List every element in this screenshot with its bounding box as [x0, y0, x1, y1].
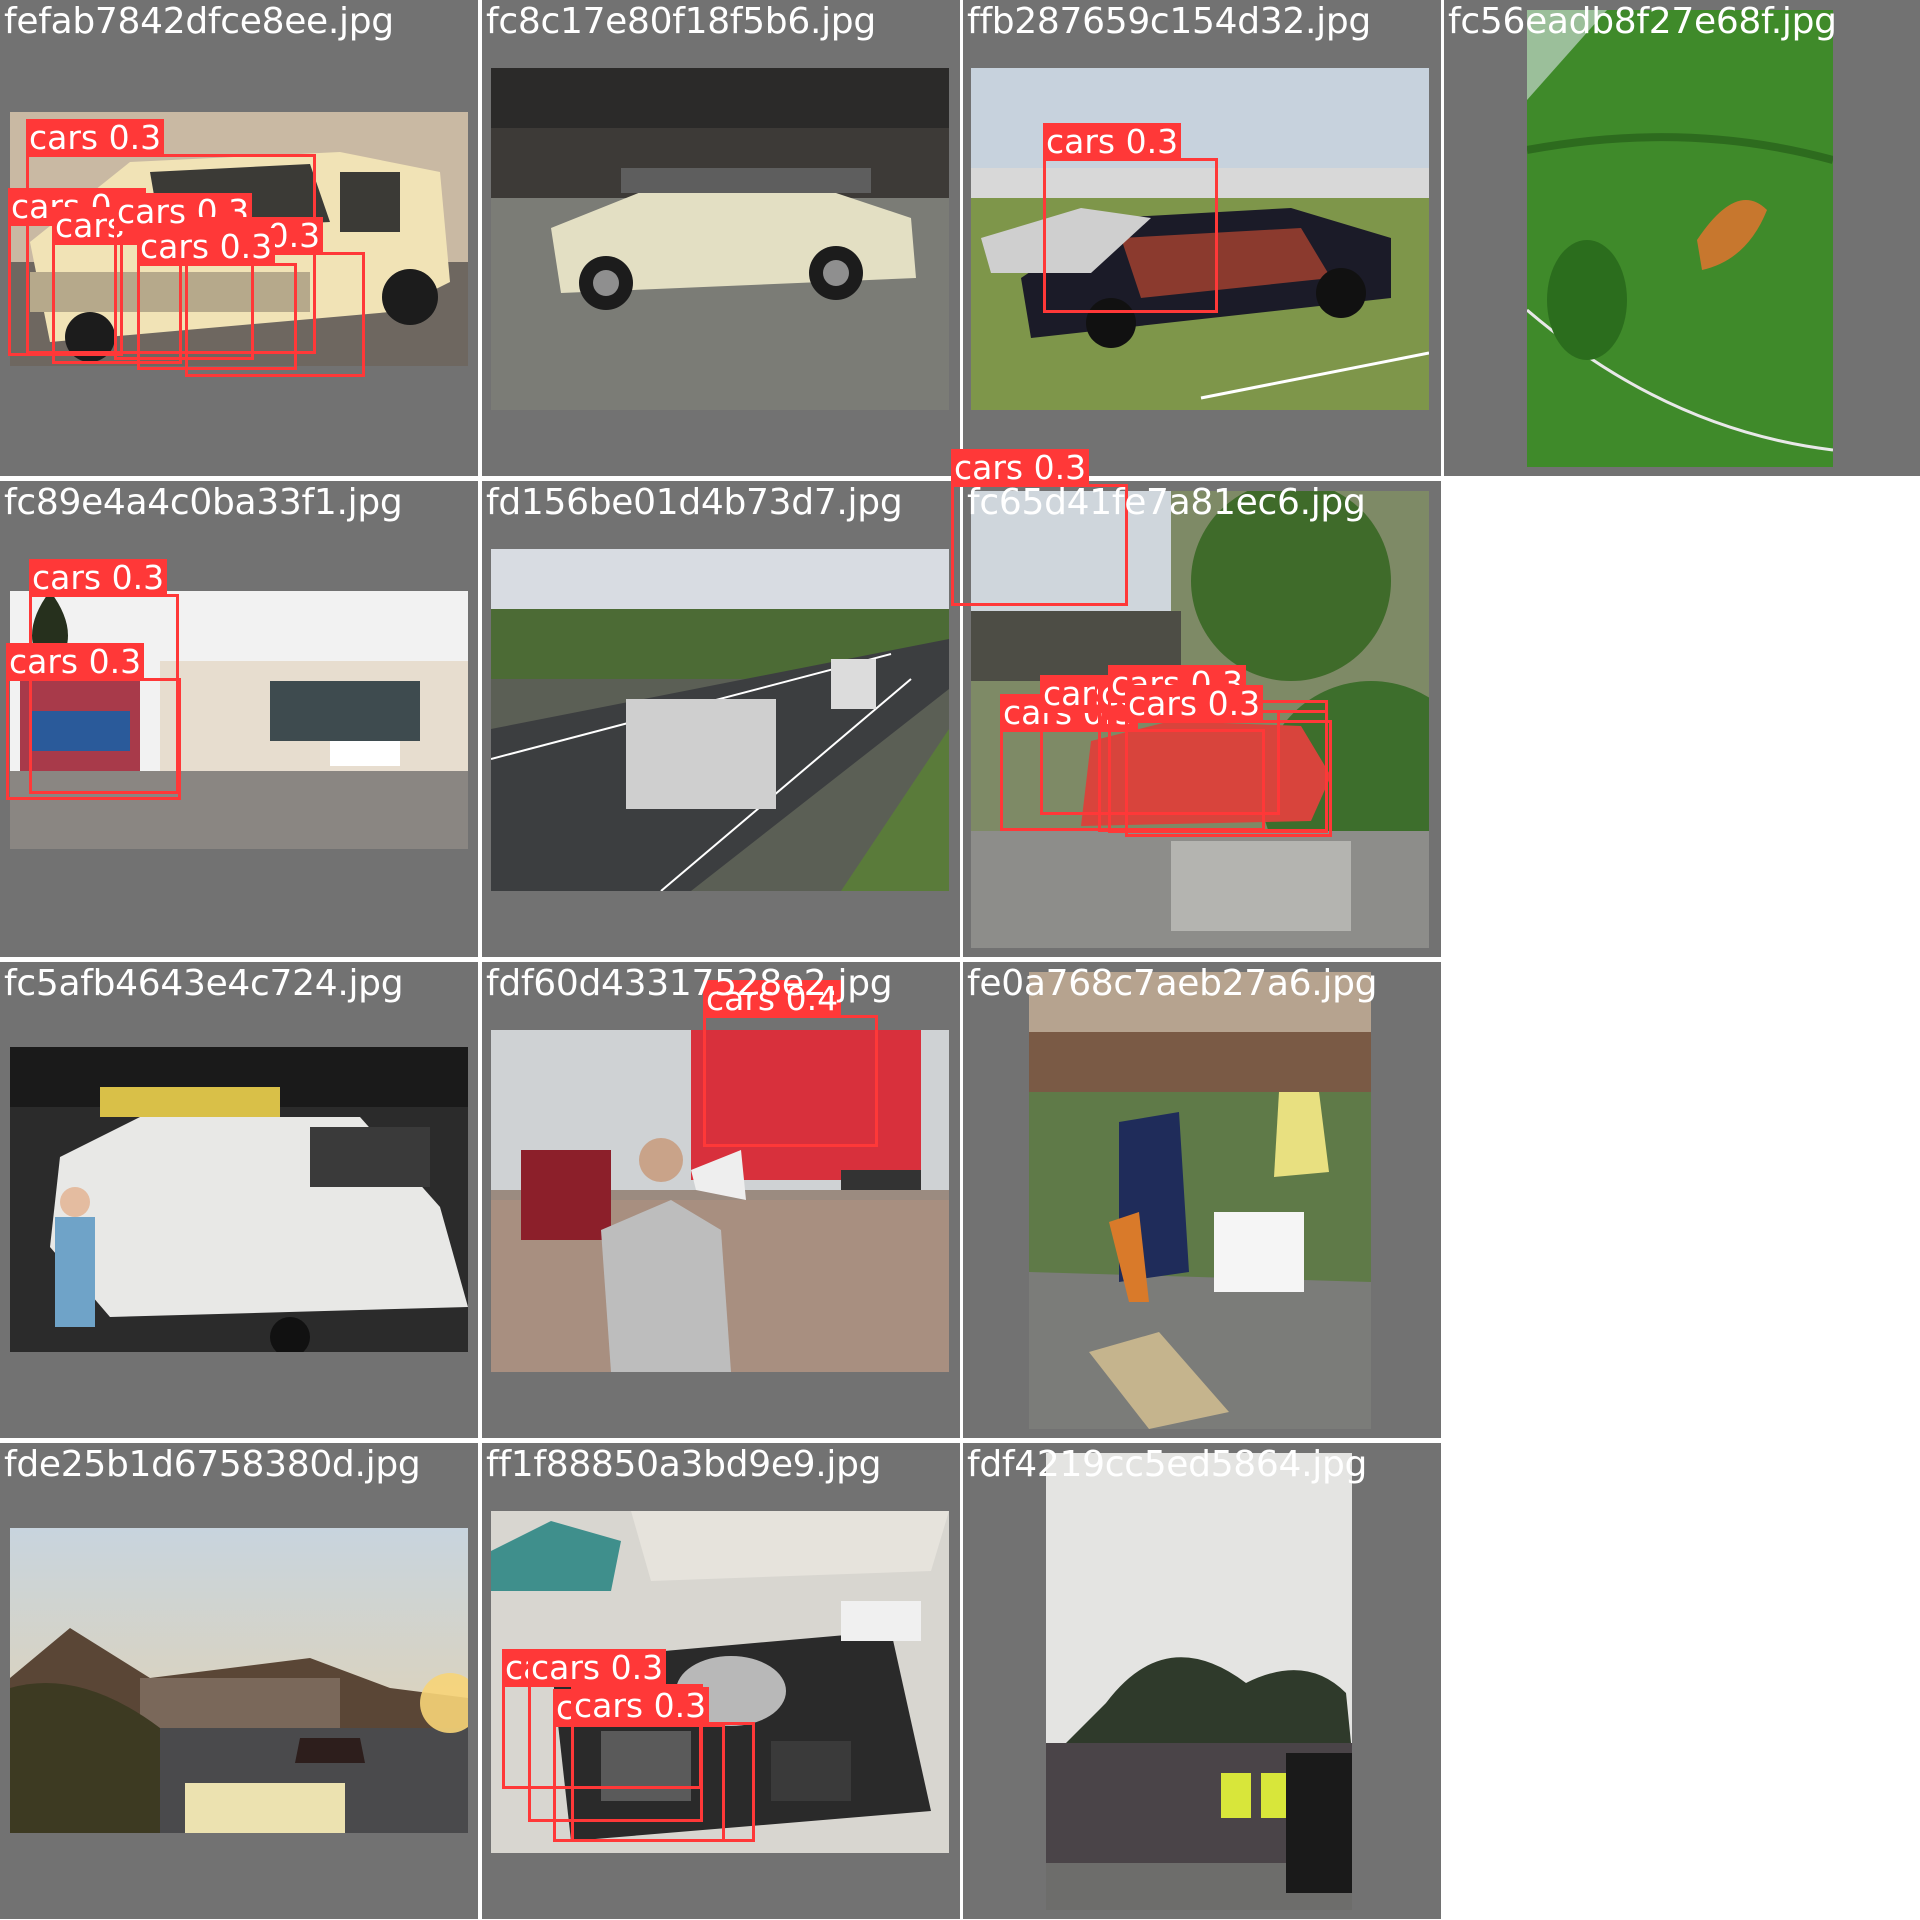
- photo-red-car-hillside: [971, 491, 1429, 948]
- tile-11[interactable]: fde25b1d6758380d.jpg: [0, 1443, 478, 1919]
- tile-1[interactable]: fefab7842dfce8ee.jpg: [0, 0, 478, 476]
- tile-13[interactable]: fdf4219cc5ed5864.jpg: [963, 1443, 1441, 1919]
- filename: ff1f88850a3bd9e9.jpg: [486, 1444, 882, 1485]
- photo-dark-sports-car: [971, 68, 1429, 410]
- photo-green-car-door: [1527, 10, 1833, 467]
- tile-3[interactable]: ffb287659c154d32.jpg: [963, 0, 1441, 476]
- photo-man-megaphone: [491, 1030, 949, 1372]
- photo-beige-station-wagon: [10, 112, 468, 366]
- tile-5[interactable]: fc89e4a4c0ba33f1.jpg: [0, 481, 478, 957]
- photo-engine-bay: [491, 1511, 949, 1853]
- photo-cream-convertible: [491, 68, 949, 410]
- filename: ffb287659c154d32.jpg: [967, 1, 1371, 42]
- tile-12[interactable]: ff1f88850a3bd9e9.jpg: [482, 1443, 960, 1919]
- filename: fc65d41fe7a81ec6.jpg: [967, 482, 1366, 523]
- filename: fefab7842dfce8ee.jpg: [4, 1, 394, 42]
- filename: fd156be01d4b73d7.jpg: [486, 482, 903, 523]
- filename: fe0a768c7aeb27a6.jpg: [967, 963, 1378, 1004]
- filename: fde25b1d6758380d.jpg: [4, 1444, 421, 1485]
- photo-white-ambulance-car: [10, 1047, 468, 1352]
- filename: fdf4219cc5ed5864.jpg: [967, 1444, 1368, 1485]
- photo-siffrein-building: [10, 591, 468, 849]
- photo-highway-trucks: [491, 549, 949, 891]
- filename: fdf60d43317528e2.jpg: [486, 963, 893, 1004]
- tile-6[interactable]: fd156be01d4b73d7.jpg: [482, 481, 960, 957]
- tile-9[interactable]: fdf60d43317528e2.jpg: [482, 962, 960, 1438]
- tile-4[interactable]: fc56eadb8f27e68f.jpg: [1444, 0, 1920, 476]
- tile-7[interactable]: fc65d41fe7a81ec6.jpg: [963, 481, 1441, 957]
- tile-8[interactable]: fc5afb4643e4c724.jpg: [0, 962, 478, 1438]
- photo-crowd-police: [1046, 1453, 1352, 1910]
- filename: fc5afb4643e4c724.jpg: [4, 963, 404, 1004]
- filename: fc8c17e80f18f5b6.jpg: [486, 1, 876, 42]
- photo-sunset-buildings: [10, 1528, 468, 1833]
- tile-10[interactable]: fe0a768c7aeb27a6.jpg: [963, 962, 1441, 1438]
- tile-2[interactable]: fc8c17e80f18f5b6.jpg: [482, 0, 960, 476]
- photo-tiger-mascot: [1029, 972, 1371, 1429]
- filename: fc89e4a4c0ba33f1.jpg: [4, 482, 403, 523]
- filename: fc56eadb8f27e68f.jpg: [1448, 1, 1837, 42]
